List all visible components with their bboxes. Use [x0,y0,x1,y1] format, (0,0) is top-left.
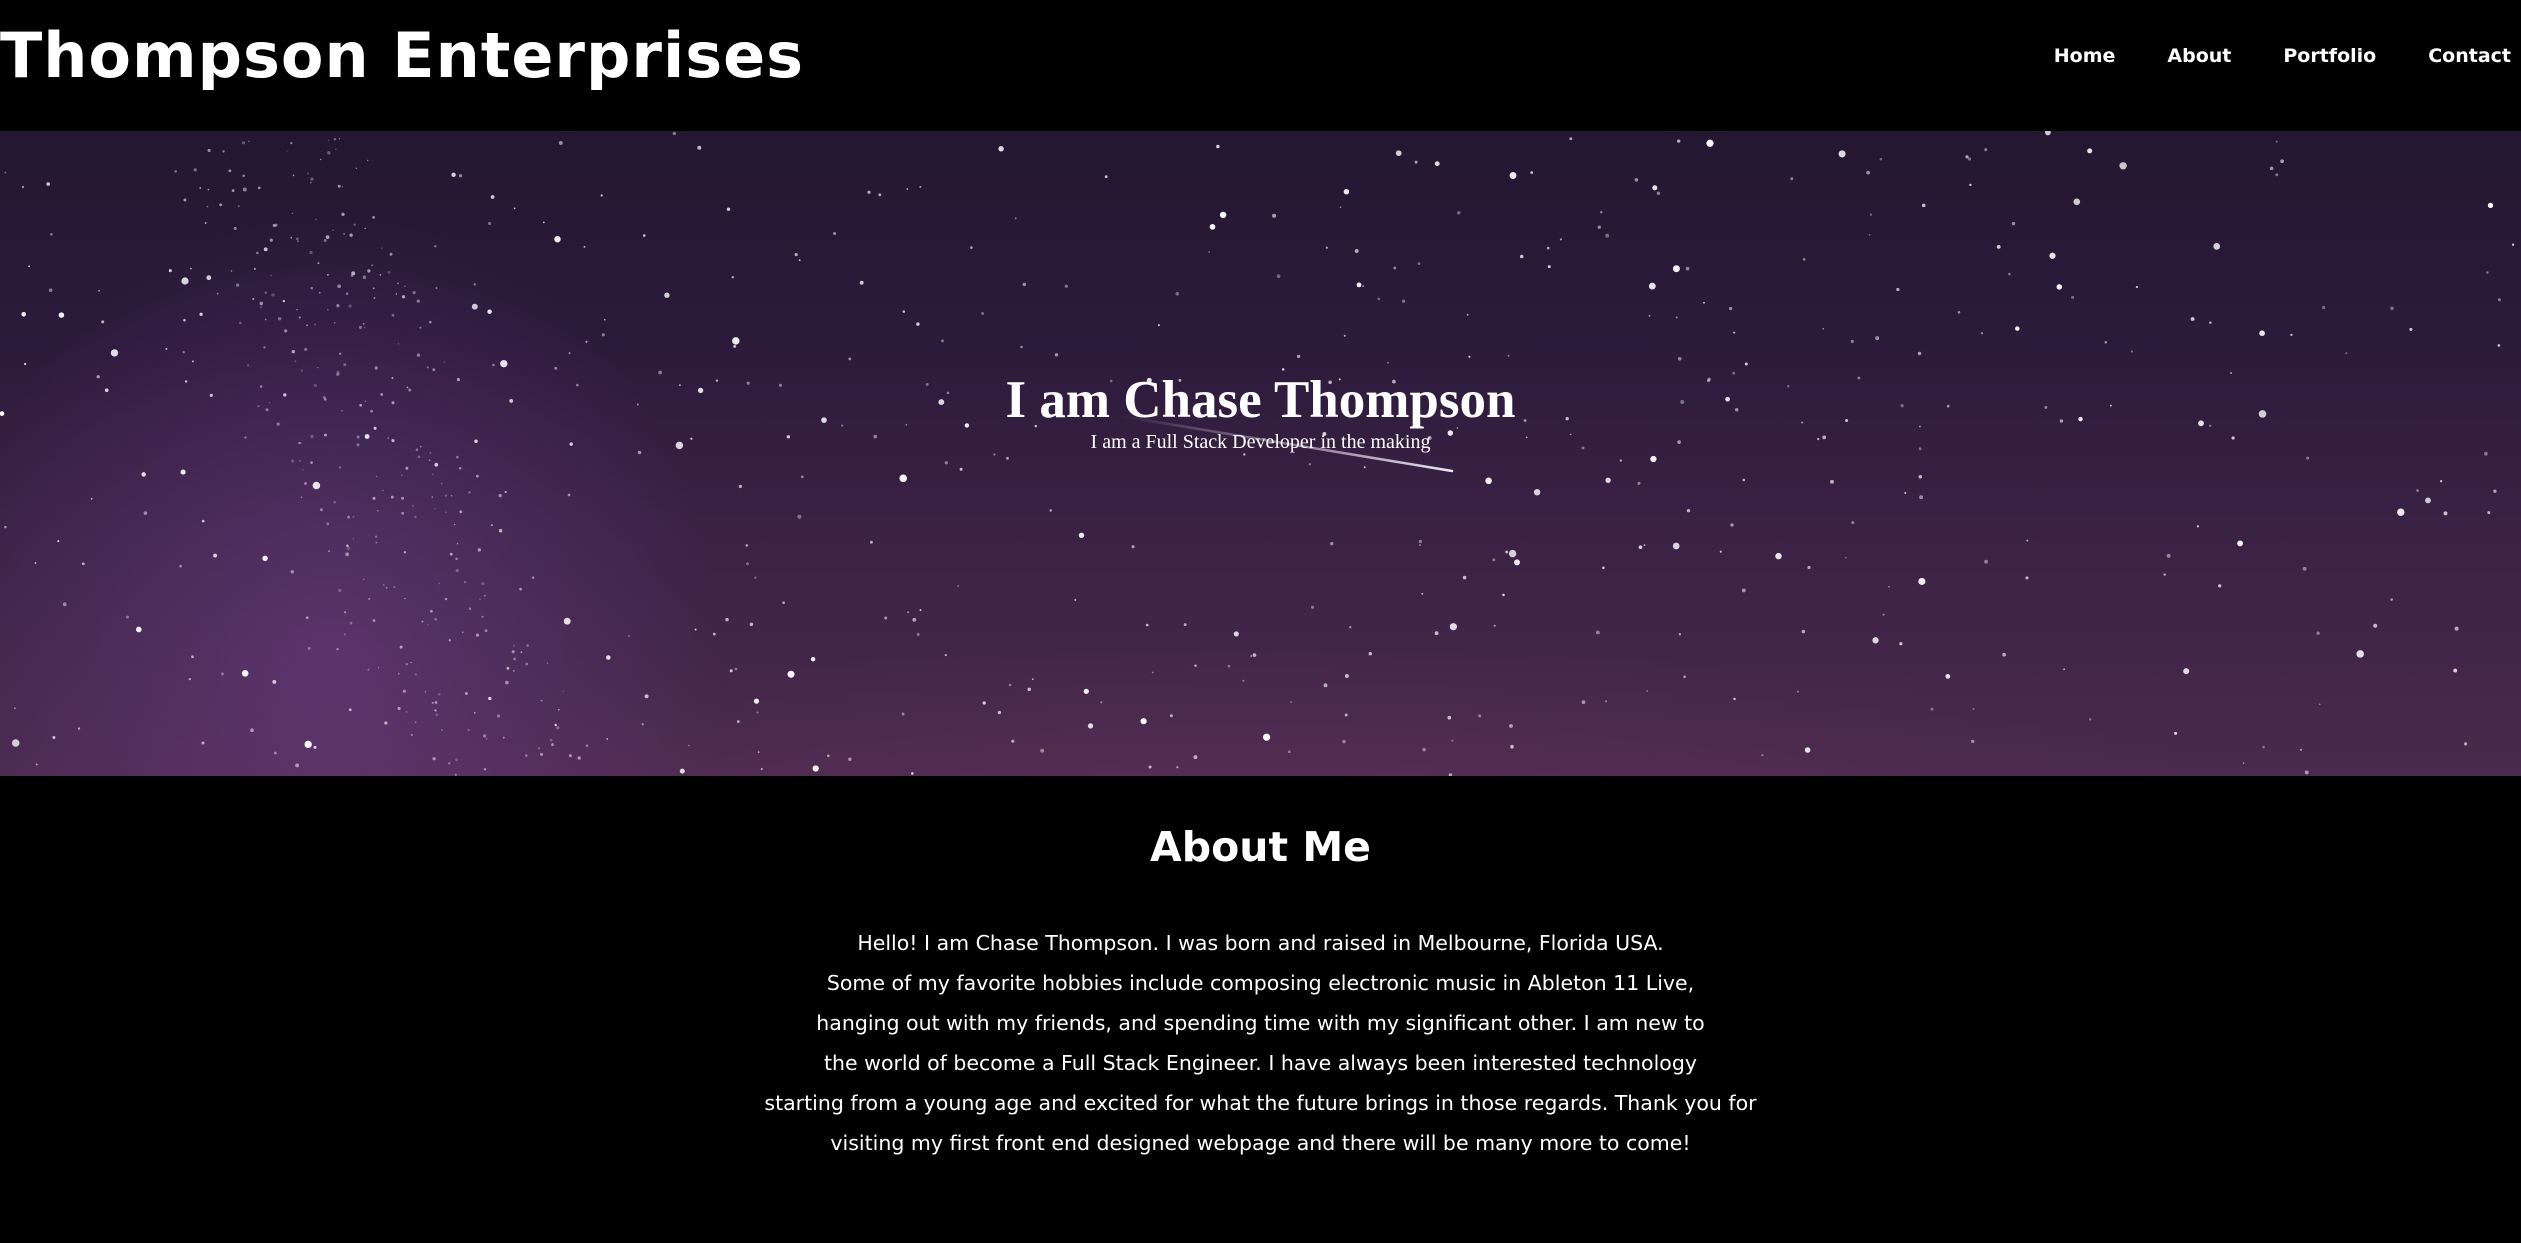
about-paragraph: Hello! I am Chase Thompson. I was born a… [0,923,2521,1163]
hero-title: I am Chase Thompson [1005,371,1516,429]
hero-banner: I am Chase Thompson I am a Full Stack De… [0,131,2521,776]
nav-link-about[interactable]: About [2167,39,2231,73]
site-brand[interactable]: Thompson Enterprises [0,18,804,94]
nav-link-contact[interactable]: Contact [2428,39,2511,73]
site-header: Thompson Enterprises Home About Portfoli… [0,0,2521,131]
about-line: hanging out with my friends, and spendin… [816,1011,1705,1035]
about-line: Some of my favorite hobbies include comp… [826,971,1695,995]
about-line: the world of become a Full Stack Enginee… [824,1051,1697,1075]
about-line: starting from a young age and excited fo… [764,1091,1757,1115]
about-heading: About Me [1150,823,1371,871]
about-line: Hello! I am Chase Thompson. I was born a… [857,931,1664,955]
nav-link-home[interactable]: Home [2054,39,2116,73]
about-section: About Me Hello! I am Chase Thompson. I w… [0,776,2521,1243]
nav-link-portfolio[interactable]: Portfolio [2283,39,2376,73]
about-line: visiting my first front end designed web… [830,1131,1691,1155]
main-nav: Home About Portfolio Contact [2002,38,2511,74]
hero-subtitle: I am a Full Stack Developer in the makin… [1090,431,1431,453]
page: Thompson Enterprises Home About Portfoli… [0,0,2521,1243]
